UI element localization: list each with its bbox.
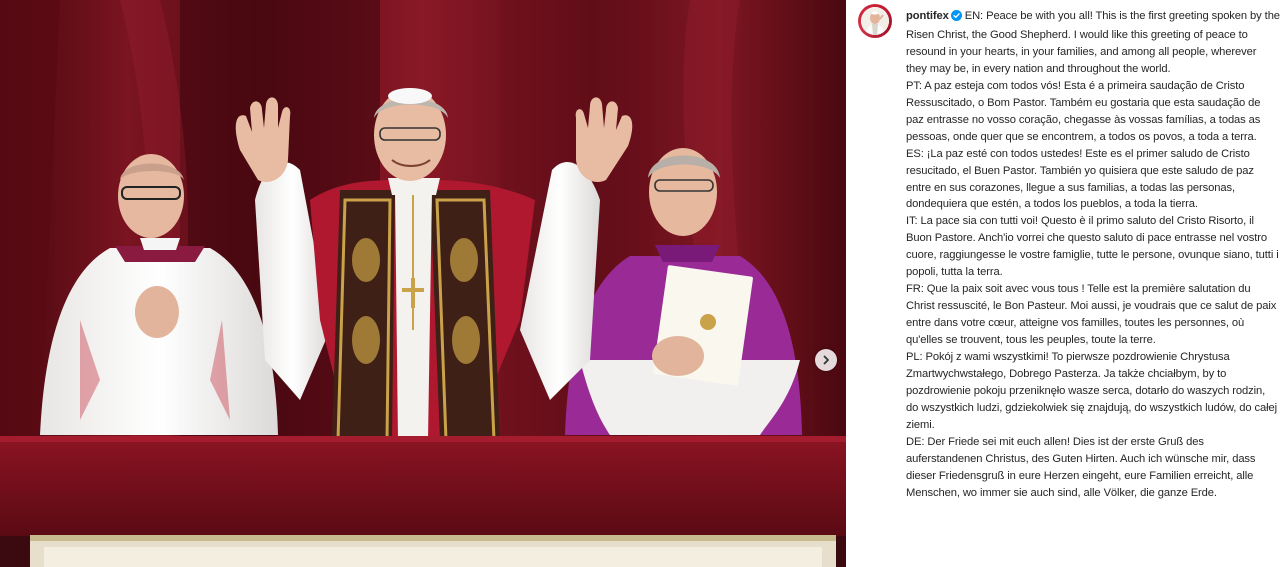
caption-panel: pontifex EN: Peace be with you all! This …	[846, 0, 1280, 567]
next-image-button[interactable]	[815, 349, 837, 371]
post-caption: pontifex EN: Peace be with you all! This …	[906, 8, 1280, 502]
balcony-photo	[0, 0, 846, 567]
username-link[interactable]: pontifex	[906, 10, 949, 22]
chevron-right-icon	[823, 355, 829, 365]
caption-paragraph-pl: PL: Pokój z wami wszystkimi! To pierwsze…	[906, 351, 1277, 431]
avatar-portrait-icon	[861, 7, 889, 35]
caption-paragraph-pt: PT: A paz esteja com todos vós! Esta é a…	[906, 79, 1261, 143]
verified-badge-icon	[950, 10, 962, 27]
profile-avatar[interactable]	[858, 4, 892, 38]
caption-paragraph-it: IT: La pace sia con tutti voi! Questo è …	[906, 215, 1279, 279]
caption-paragraph-en: pontifex EN: Peace be with you all! This …	[906, 10, 1280, 75]
caption-paragraph-fr: FR: Que la paix soit avec vous tous ! Te…	[906, 283, 1277, 347]
caption-paragraph-es: ES: ¡La paz esté con todos ustedes! Este…	[906, 147, 1254, 211]
avatar-image	[861, 7, 889, 35]
post-image[interactable]	[0, 0, 846, 567]
caption-paragraph-de: DE: Der Friede sei mit euch allen! Dies …	[906, 435, 1256, 499]
